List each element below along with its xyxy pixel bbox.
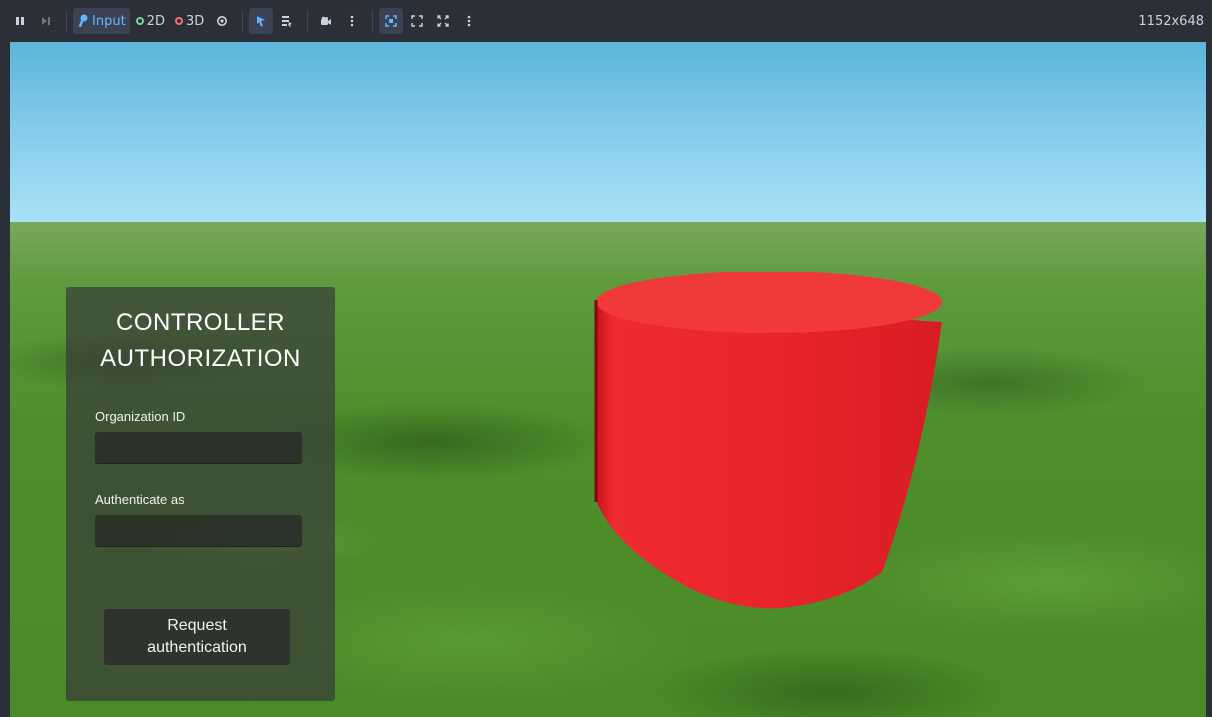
select-tool-button[interactable] [249, 8, 274, 34]
input-toggle-label: Input [92, 13, 126, 29]
embed-window-button[interactable] [379, 8, 404, 34]
camera-override-button[interactable] [314, 8, 338, 34]
list-select-icon [282, 16, 293, 27]
embed-options-button[interactable] [457, 8, 481, 34]
resolution-label: 1152x648 [1138, 13, 1204, 29]
request-authentication-button[interactable]: Request authentication [104, 609, 290, 665]
organization-id-input[interactable] [95, 432, 302, 464]
authenticate-as-input[interactable] [95, 515, 302, 547]
controller-auth-panel: CONTROLLER AUTHORIZATION Organization ID… [66, 287, 335, 701]
panel-title: CONTROLLER AUTHORIZATION [66, 305, 335, 377]
list-select-button[interactable] [275, 8, 299, 34]
pause-button[interactable] [8, 8, 32, 34]
authenticate-as-label: Authenticate as [95, 492, 185, 507]
camera-icon [321, 16, 332, 25]
3d-node-icon [174, 17, 183, 25]
game-viewport[interactable]: CONTROLLER AUTHORIZATION Organization ID… [10, 42, 1206, 717]
organization-id-label: Organization ID [95, 409, 186, 424]
red-cylinder [594, 272, 942, 609]
pause-icon [16, 17, 24, 25]
camera-options-button[interactable] [340, 8, 364, 34]
joystick-icon [78, 14, 88, 28]
game-window: Input 2D 3D 1152x648 CONTROLLER AUTHORIZ… [0, 0, 1212, 717]
input-toggle-button[interactable]: Input [73, 8, 130, 34]
kebab-menu-icon [350, 15, 354, 27]
aspect-ratio-icon [411, 15, 423, 27]
eye-icon [217, 16, 228, 26]
next-frame-button[interactable] [34, 8, 58, 34]
fullscreen-button[interactable] [431, 8, 455, 34]
keep-aspect-button[interactable] [405, 8, 429, 34]
kebab-menu-icon [467, 15, 471, 27]
title-line-1: CONTROLLER [115, 309, 286, 336]
embed-window-icon [385, 15, 397, 27]
visibility-button[interactable] [210, 8, 234, 34]
toolbar-separator [372, 10, 374, 32]
toolbar-separator [66, 10, 67, 32]
mode-2d-label: 2D [146, 13, 165, 29]
2d-node-icon [135, 17, 144, 25]
title-line-2: AUTHORIZATION [100, 345, 301, 372]
mode-2d-button[interactable]: 2D [132, 8, 169, 34]
expand-icon [437, 15, 449, 27]
toolbar-separator [242, 10, 244, 32]
mode-3d-button[interactable]: 3D [171, 8, 208, 34]
cursor-arrow-icon [257, 16, 266, 27]
next-frame-icon [42, 17, 50, 25]
mode-3d-label: 3D [185, 13, 205, 29]
toolbar-separator [307, 10, 309, 32]
editor-toolbar: Input 2D 3D 1152x648 [0, 0, 1212, 42]
